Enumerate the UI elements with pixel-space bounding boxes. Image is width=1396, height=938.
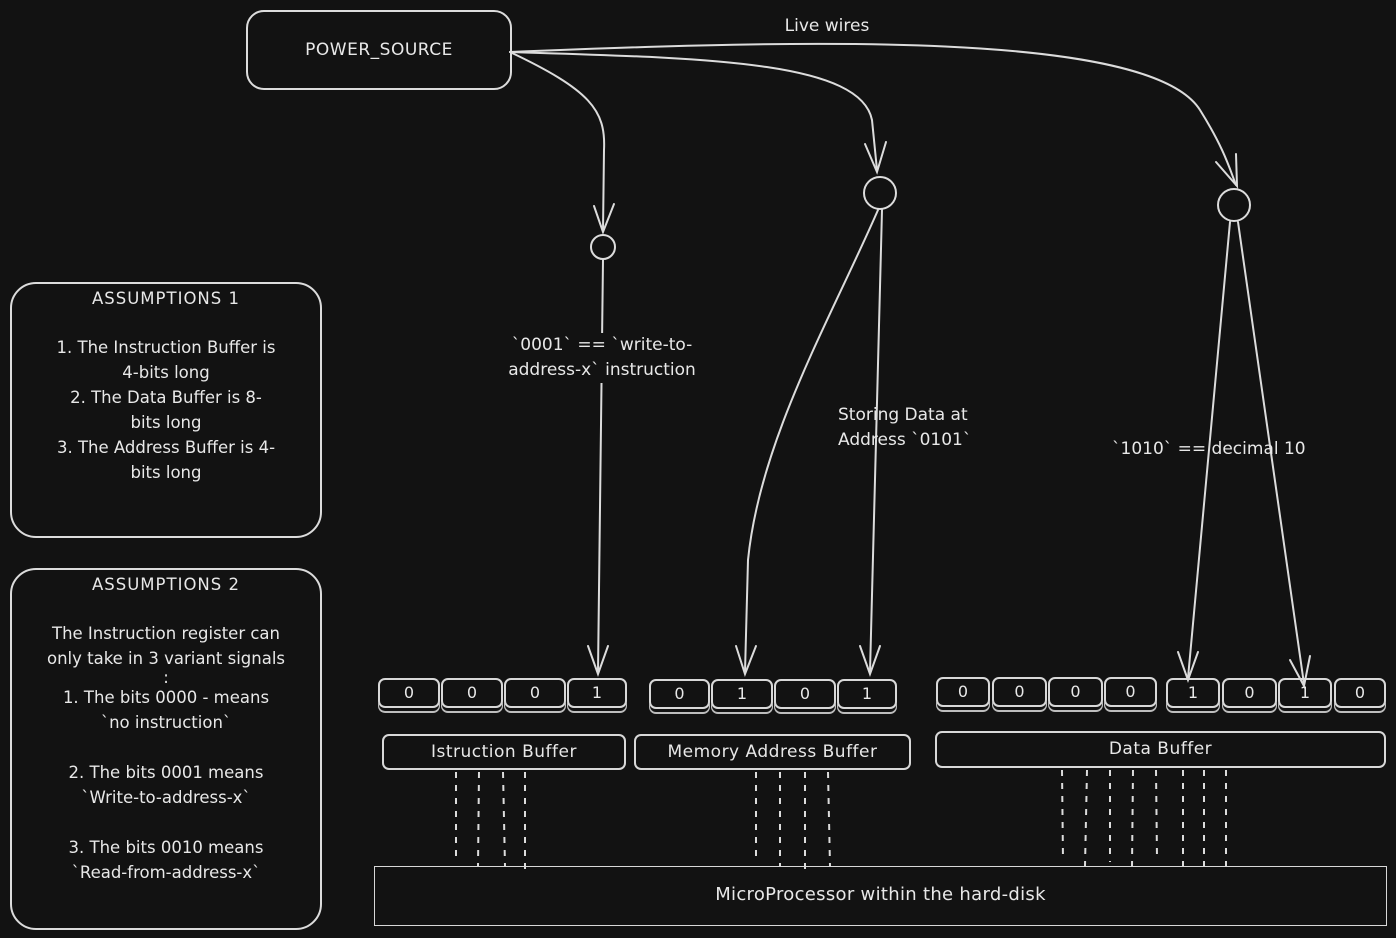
item-line: `Write-to-address-x` bbox=[81, 788, 251, 807]
address-node bbox=[863, 176, 897, 210]
data-bit-cell[interactable]: 0 bbox=[992, 677, 1047, 707]
bus-lines bbox=[455, 769, 1227, 876]
address-bit-cell[interactable]: 1 bbox=[837, 679, 897, 709]
data-bit-cell[interactable]: 0 bbox=[1222, 678, 1277, 708]
address-signal-annotation: Storing Data at Address `0101` bbox=[838, 403, 971, 453]
wire-instruction-bit bbox=[597, 259, 604, 673]
assumption-line: 2. The Data Buffer is 8- bbox=[70, 388, 262, 407]
assumptions-2-panel: ASSUMPTIONS 2 The Instruction register c… bbox=[10, 568, 322, 930]
instruction-buffer-label: Istruction Buffer bbox=[382, 734, 626, 770]
microprocessor-box[interactable]: MicroProcessor within the hard-disk bbox=[374, 866, 1387, 926]
instruction-bit-cell[interactable]: 0 bbox=[378, 678, 440, 708]
data-bit-cell[interactable]: 1 bbox=[1166, 678, 1220, 708]
power-source-box[interactable]: POWER_SOURCE bbox=[246, 10, 512, 90]
wire-to-instruction-node bbox=[509, 51, 606, 231]
data-signal-annotation: `1010` == decimal 10 bbox=[1112, 439, 1306, 459]
bus-line bbox=[1084, 769, 1088, 867]
bus-line bbox=[827, 771, 831, 867]
instruction-signal-annotation: `0001` == `write-to- address-x` instruct… bbox=[488, 333, 716, 383]
item-line: 2. The bits 0001 means bbox=[68, 763, 264, 782]
item-line: 3. The bits 0010 means bbox=[68, 838, 264, 857]
item-line: `no instruction` bbox=[100, 713, 232, 732]
assumption-line: 1. The Instruction Buffer is bbox=[56, 338, 276, 357]
address-bit-cell[interactable]: 0 bbox=[649, 679, 710, 709]
instruction-bit-cell[interactable]: 0 bbox=[504, 678, 566, 708]
bus-line bbox=[1155, 769, 1158, 859]
assumption-line: bits long bbox=[130, 413, 202, 432]
item-line: 1. The bits 0000 - means bbox=[62, 688, 270, 707]
wire-to-address-node bbox=[509, 51, 878, 171]
address-bit-cell[interactable]: 1 bbox=[711, 679, 773, 709]
assumption-line: bits long bbox=[130, 463, 202, 482]
data-bit-cell[interactable]: 0 bbox=[1048, 677, 1103, 707]
intro-line: : bbox=[163, 668, 169, 687]
annotation-line: Address `0101` bbox=[838, 430, 972, 450]
assumptions-2-title: ASSUMPTIONS 2 bbox=[92, 575, 240, 594]
item-line: `Read-from-address-x` bbox=[71, 863, 261, 882]
bus-line bbox=[1061, 769, 1064, 861]
instruction-bit-cell[interactable]: 1 bbox=[567, 678, 627, 708]
data-bit-cell[interactable]: 0 bbox=[1104, 677, 1157, 707]
intro-line: The Instruction register can bbox=[51, 624, 280, 643]
live-wires-label: Live wires bbox=[784, 16, 870, 36]
data-buffer-label: Data Buffer bbox=[935, 731, 1386, 768]
annotation-line: address-x` instruction bbox=[508, 360, 696, 380]
address-bit-cell[interactable]: 0 bbox=[774, 679, 836, 709]
assumption-line: 4-bits long bbox=[122, 363, 210, 382]
assumption-item-2: 2. The bits 0001 means `Write-to-address… bbox=[12, 760, 320, 810]
instruction-bit-cell[interactable]: 0 bbox=[441, 678, 503, 708]
memory-address-buffer-label: Memory Address Buffer bbox=[634, 734, 911, 770]
assumptions-1-title: ASSUMPTIONS 1 bbox=[92, 289, 240, 308]
data-bit-cell[interactable]: 0 bbox=[936, 677, 990, 707]
annotation-line: Storing Data at bbox=[838, 405, 968, 425]
data-node bbox=[1217, 188, 1251, 222]
bus-line bbox=[1131, 769, 1134, 867]
annotation-line: `0001` == `write-to- bbox=[511, 335, 693, 355]
data-bit-cell[interactable]: 0 bbox=[1334, 678, 1386, 708]
assumption-item-1: 1. The bits 0000 - means `no instruction… bbox=[12, 685, 320, 735]
data-bit-cell[interactable]: 1 bbox=[1278, 678, 1332, 708]
bus-line bbox=[502, 771, 506, 867]
assumption-item-3: 3. The bits 0010 means `Read-from-addres… bbox=[12, 835, 320, 885]
instruction-node bbox=[590, 234, 616, 260]
power-source-label: POWER_SOURCE bbox=[305, 40, 453, 60]
assumptions-1-panel: ASSUMPTIONS 1 1. The Instruction Buffer … bbox=[10, 282, 322, 538]
bus-line bbox=[477, 771, 480, 867]
assumption-line: 3. The Address Buffer is 4- bbox=[56, 438, 276, 457]
